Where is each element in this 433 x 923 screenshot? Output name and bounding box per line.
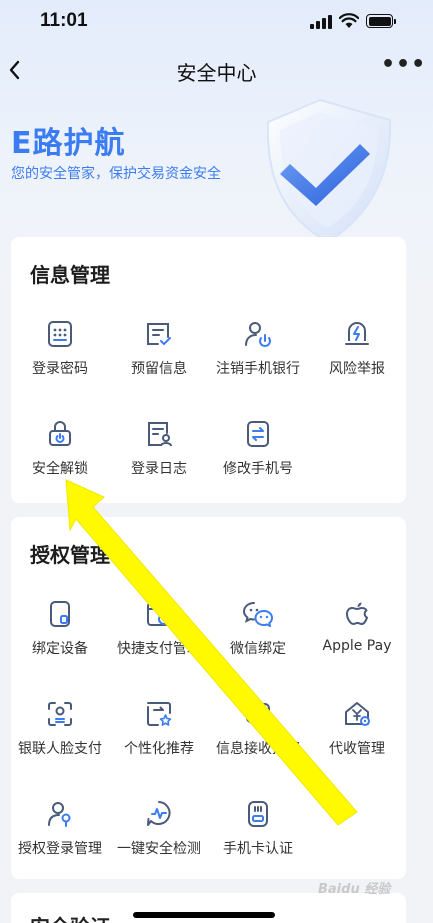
device-icon <box>50 601 70 627</box>
password-keypad-icon <box>48 321 72 347</box>
grid-item-unionpay-face[interactable]: 银联人脸支付 <box>11 699 109 769</box>
grid-label: 手机卡认证 <box>223 841 293 857</box>
wifi-icon <box>339 13 359 28</box>
grid-item-sim-card-auth[interactable]: 手机卡认证 <box>209 799 307 869</box>
grid-item-collection-manage[interactable]: 代收管理 <box>308 699 406 769</box>
grid-label: 登录密码 <box>32 361 88 377</box>
grid-item-one-click-security-check[interactable]: 一键安全检测 <box>110 799 208 869</box>
log-user-icon <box>148 422 172 447</box>
unlock-icon <box>49 421 71 446</box>
status-bar: 11:01 <box>0 0 433 44</box>
grid-label: 绑定设备 <box>32 641 88 657</box>
grid-label: 登录日志 <box>131 461 187 477</box>
grid-item-reserved-info[interactable]: 预留信息 <box>110 319 208 389</box>
more-options-icon[interactable]: ••• <box>381 54 425 86</box>
grid-label: 微信绑定 <box>230 641 286 657</box>
info-receive-icon <box>246 703 270 726</box>
page-title: 安全中心 <box>176 61 257 85</box>
grid-item-change-phone[interactable]: 修改手机号 <box>209 419 307 489</box>
grid-label: 一键安全检测 <box>117 841 201 857</box>
section-title-info: 信息管理 <box>30 263 110 287</box>
grid-item-bind-device[interactable]: 绑定设备 <box>11 599 109 669</box>
auth-management-card: 授权管理 绑定设备 快捷支付管理 微信绑定 Apple Pay 银联人脸支付 个… <box>11 517 406 879</box>
grid-label: 银联人脸支付 <box>18 741 102 757</box>
face-scan-icon <box>48 702 72 726</box>
grid-label: 快捷支付管理 <box>117 641 201 657</box>
grid-label: 安全解锁 <box>32 461 88 477</box>
grid-item-deregister-mobile-bank[interactable]: 注销手机银行 <box>209 319 307 389</box>
grid-label: 预留信息 <box>131 361 187 377</box>
watermark-logo: Baidu 经验 <box>318 882 391 897</box>
message-check-icon <box>147 323 171 346</box>
wechat-icon <box>242 602 273 627</box>
grid-label: 信息接收授权 <box>216 741 300 757</box>
section-title-verify: 安全验证 <box>30 911 110 923</box>
hero-title: E路护航 <box>11 126 126 161</box>
user-power-icon <box>245 322 271 347</box>
collection-house-icon <box>345 702 370 726</box>
auth-login-user-icon <box>48 802 71 827</box>
grid-label: 代收管理 <box>329 741 385 757</box>
sim-card-icon <box>248 801 268 827</box>
recommend-star-icon <box>147 702 172 726</box>
battery-icon <box>366 14 396 28</box>
grid-item-login-password[interactable]: 登录密码 <box>11 319 109 389</box>
grid-item-info-receive-auth[interactable]: 信息接收授权 <box>209 699 307 769</box>
grid-label: 授权登录管理 <box>18 841 102 857</box>
status-time: 11:01 <box>40 10 88 31</box>
signal-icon <box>310 15 332 29</box>
grid-label: Apple Pay <box>322 638 392 654</box>
security-check-icon <box>147 801 171 826</box>
shield-check-icon <box>266 98 392 244</box>
nav-bar: 安全中心 ••• <box>0 48 433 92</box>
grid-label: 修改手机号 <box>223 461 293 477</box>
grid-item-apple-pay[interactable]: Apple Pay <box>308 599 406 669</box>
quick-pay-icon <box>147 602 170 626</box>
grid-item-quick-pay[interactable]: 快捷支付管理 <box>110 599 208 669</box>
apple-icon <box>346 602 368 625</box>
grid-label: 个性化推荐 <box>124 741 194 757</box>
grid-label: 注销手机银行 <box>216 361 300 377</box>
home-indicator <box>133 912 275 918</box>
phone-swap-icon <box>247 421 269 447</box>
grid-item-personalized-recommend[interactable]: 个性化推荐 <box>110 699 208 769</box>
grid-item-wechat-bind[interactable]: 微信绑定 <box>209 599 307 669</box>
info-management-card: 信息管理 登录密码 预留信息 注销手机银行 风险举报 安全解锁 登录日志 修改手… <box>11 237 406 503</box>
grid-item-risk-report[interactable]: 风险举报 <box>308 319 406 389</box>
grid-item-login-log[interactable]: 登录日志 <box>110 419 208 489</box>
hero-subtitle: 您的安全管家，保护交易资金安全 <box>11 166 221 182</box>
section-title-auth: 授权管理 <box>30 543 110 567</box>
security-verify-card: 安全验证 <box>11 893 406 923</box>
grid-label: 风险举报 <box>329 361 385 377</box>
grid-item-auth-login-manage[interactable]: 授权登录管理 <box>11 799 109 869</box>
grid-item-security-unlock[interactable]: 安全解锁 <box>11 419 109 489</box>
lightning-alert-icon <box>345 322 369 345</box>
